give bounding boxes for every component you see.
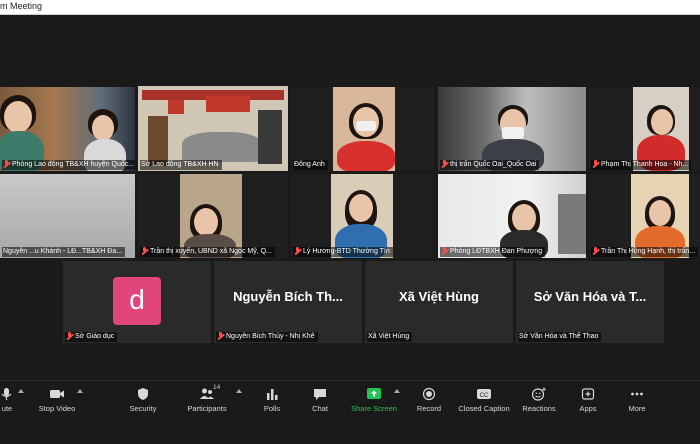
avatar: d [113, 277, 161, 325]
participant-label: Lý Hương-BTD Thường Tín [293, 247, 393, 257]
video-tile[interactable]: Lý Hương-BTD Thường Tín [291, 174, 434, 258]
record-button[interactable]: Record [414, 387, 444, 413]
apps-icon [580, 387, 596, 401]
participant-label: Xã Việt Hùng [367, 332, 413, 342]
video-tile[interactable]: Đông Anh [291, 87, 434, 171]
stop-video-button[interactable]: Stop Video [34, 387, 80, 413]
mic-muted-icon [294, 247, 301, 255]
bar-chart-icon [264, 387, 280, 401]
window-titlebar: m Meeting [0, 0, 700, 15]
participant-label: Phòng Lao động TB&XH huyện Quốc... [2, 160, 135, 170]
video-tile[interactable]: Trần Thị Hồng Hạnh, thị trấn... [589, 174, 700, 258]
video-tile[interactable]: Trần thị xuyến, UBND xã Ngọc Mỹ, Q... [138, 174, 288, 258]
name-tile[interactable]: d Sở Giáo dục [63, 261, 211, 343]
video-tile[interactable]: Phạm Thị Thanh Hoa - Nh... [589, 87, 700, 171]
smiley-plus-icon [531, 387, 547, 401]
participant-label: Sở Văn Hóa và Thể Thao [518, 332, 602, 342]
participant-label: Phòng LĐTBXH Đan Phượng [440, 247, 546, 257]
participant-label: Sở Lao động TB&XH HN [140, 160, 222, 170]
share-options-caret[interactable] [394, 389, 400, 393]
record-icon [421, 387, 437, 401]
mic-muted-icon [441, 160, 448, 168]
participant-label: Phạm Thị Thanh Hoa - Nh... [591, 160, 692, 170]
mic-muted-icon [592, 160, 599, 168]
participant-label: Đông Anh [293, 160, 328, 170]
people-icon: 14 [199, 384, 220, 401]
video-tile[interactable]: Nguyễn ...u Khánh - LĐ...TB&XH Đa... [0, 174, 135, 258]
mic-muted-icon [3, 160, 10, 168]
share-screen-button[interactable]: Share Screen [350, 387, 398, 413]
video-tile-active-speaker[interactable]: Sở Lao động TB&XH HN [138, 86, 288, 171]
window-title: m Meeting [0, 1, 43, 11]
display-name: Nguyễn Bích Th... [233, 289, 343, 304]
video-grid: Phòng Lao động TB&XH huyện Quốc... Sở La… [0, 15, 700, 380]
meeting-toolbar: ute Stop Video Security 14 Participants … [0, 380, 700, 444]
share-screen-icon [366, 387, 382, 401]
participant-label: Sở Giáo dục [65, 332, 118, 342]
security-button[interactable]: Security [124, 387, 162, 413]
name-tile[interactable]: Sở Văn Hóa và T... Sở Văn Hóa và Thể Tha… [516, 261, 664, 343]
participant-label: Nguyễn Bích Thủy - Nhị Khê [216, 332, 318, 342]
display-name: Sở Văn Hóa và T... [533, 289, 647, 304]
video-options-caret[interactable] [77, 389, 83, 393]
participant-label: Trần Thị Hồng Hạnh, thị trấn... [591, 247, 699, 257]
shield-icon [135, 387, 151, 401]
mic-muted-icon [592, 247, 599, 255]
name-tile[interactable]: Xã Việt Hùng Xã Việt Hùng [365, 261, 513, 343]
participant-label: Trần thị xuyến, UBND xã Ngọc Mỹ, Q... [140, 247, 275, 257]
mic-muted-icon [217, 332, 224, 340]
more-button[interactable]: More [622, 387, 652, 413]
polls-button[interactable]: Polls [258, 387, 286, 413]
reactions-button[interactable]: Reactions [520, 387, 558, 413]
cc-icon: CC [476, 387, 492, 401]
name-tile[interactable]: Nguyễn Bích Th... Nguyễn Bích Thủy - Nhị… [214, 261, 362, 343]
mute-options-caret[interactable] [18, 389, 24, 393]
closed-caption-button[interactable]: CC Closed Caption [456, 387, 512, 413]
more-dots-icon [629, 387, 645, 401]
participant-label: thị trấn Quốc Oai_Quốc Oai [440, 160, 540, 170]
display-name: Xã Việt Hùng [399, 289, 479, 304]
svg-text:CC: CC [480, 393, 489, 399]
participants-options-caret[interactable] [236, 389, 242, 393]
mute-button[interactable]: ute [0, 387, 18, 413]
chat-button[interactable]: Chat [306, 387, 334, 413]
mic-muted-icon [441, 247, 448, 255]
participants-count: 14 [213, 384, 221, 391]
participants-button[interactable]: 14 Participants [184, 384, 230, 413]
video-camera-icon [49, 387, 65, 401]
mic-muted-icon [141, 247, 148, 255]
video-tile[interactable]: thị trấn Quốc Oai_Quốc Oai [438, 87, 586, 171]
video-tile[interactable]: Phòng LĐTBXH Đan Phượng [438, 174, 586, 258]
mic-muted-icon [66, 332, 73, 340]
chat-bubble-icon [312, 387, 328, 401]
apps-button[interactable]: Apps [574, 387, 602, 413]
participant-label: Nguyễn ...u Khánh - LĐ...TB&XH Đa... [2, 247, 126, 257]
microphone-icon [0, 387, 15, 401]
video-tile[interactable]: Phòng Lao động TB&XH huyện Quốc... [0, 87, 135, 171]
